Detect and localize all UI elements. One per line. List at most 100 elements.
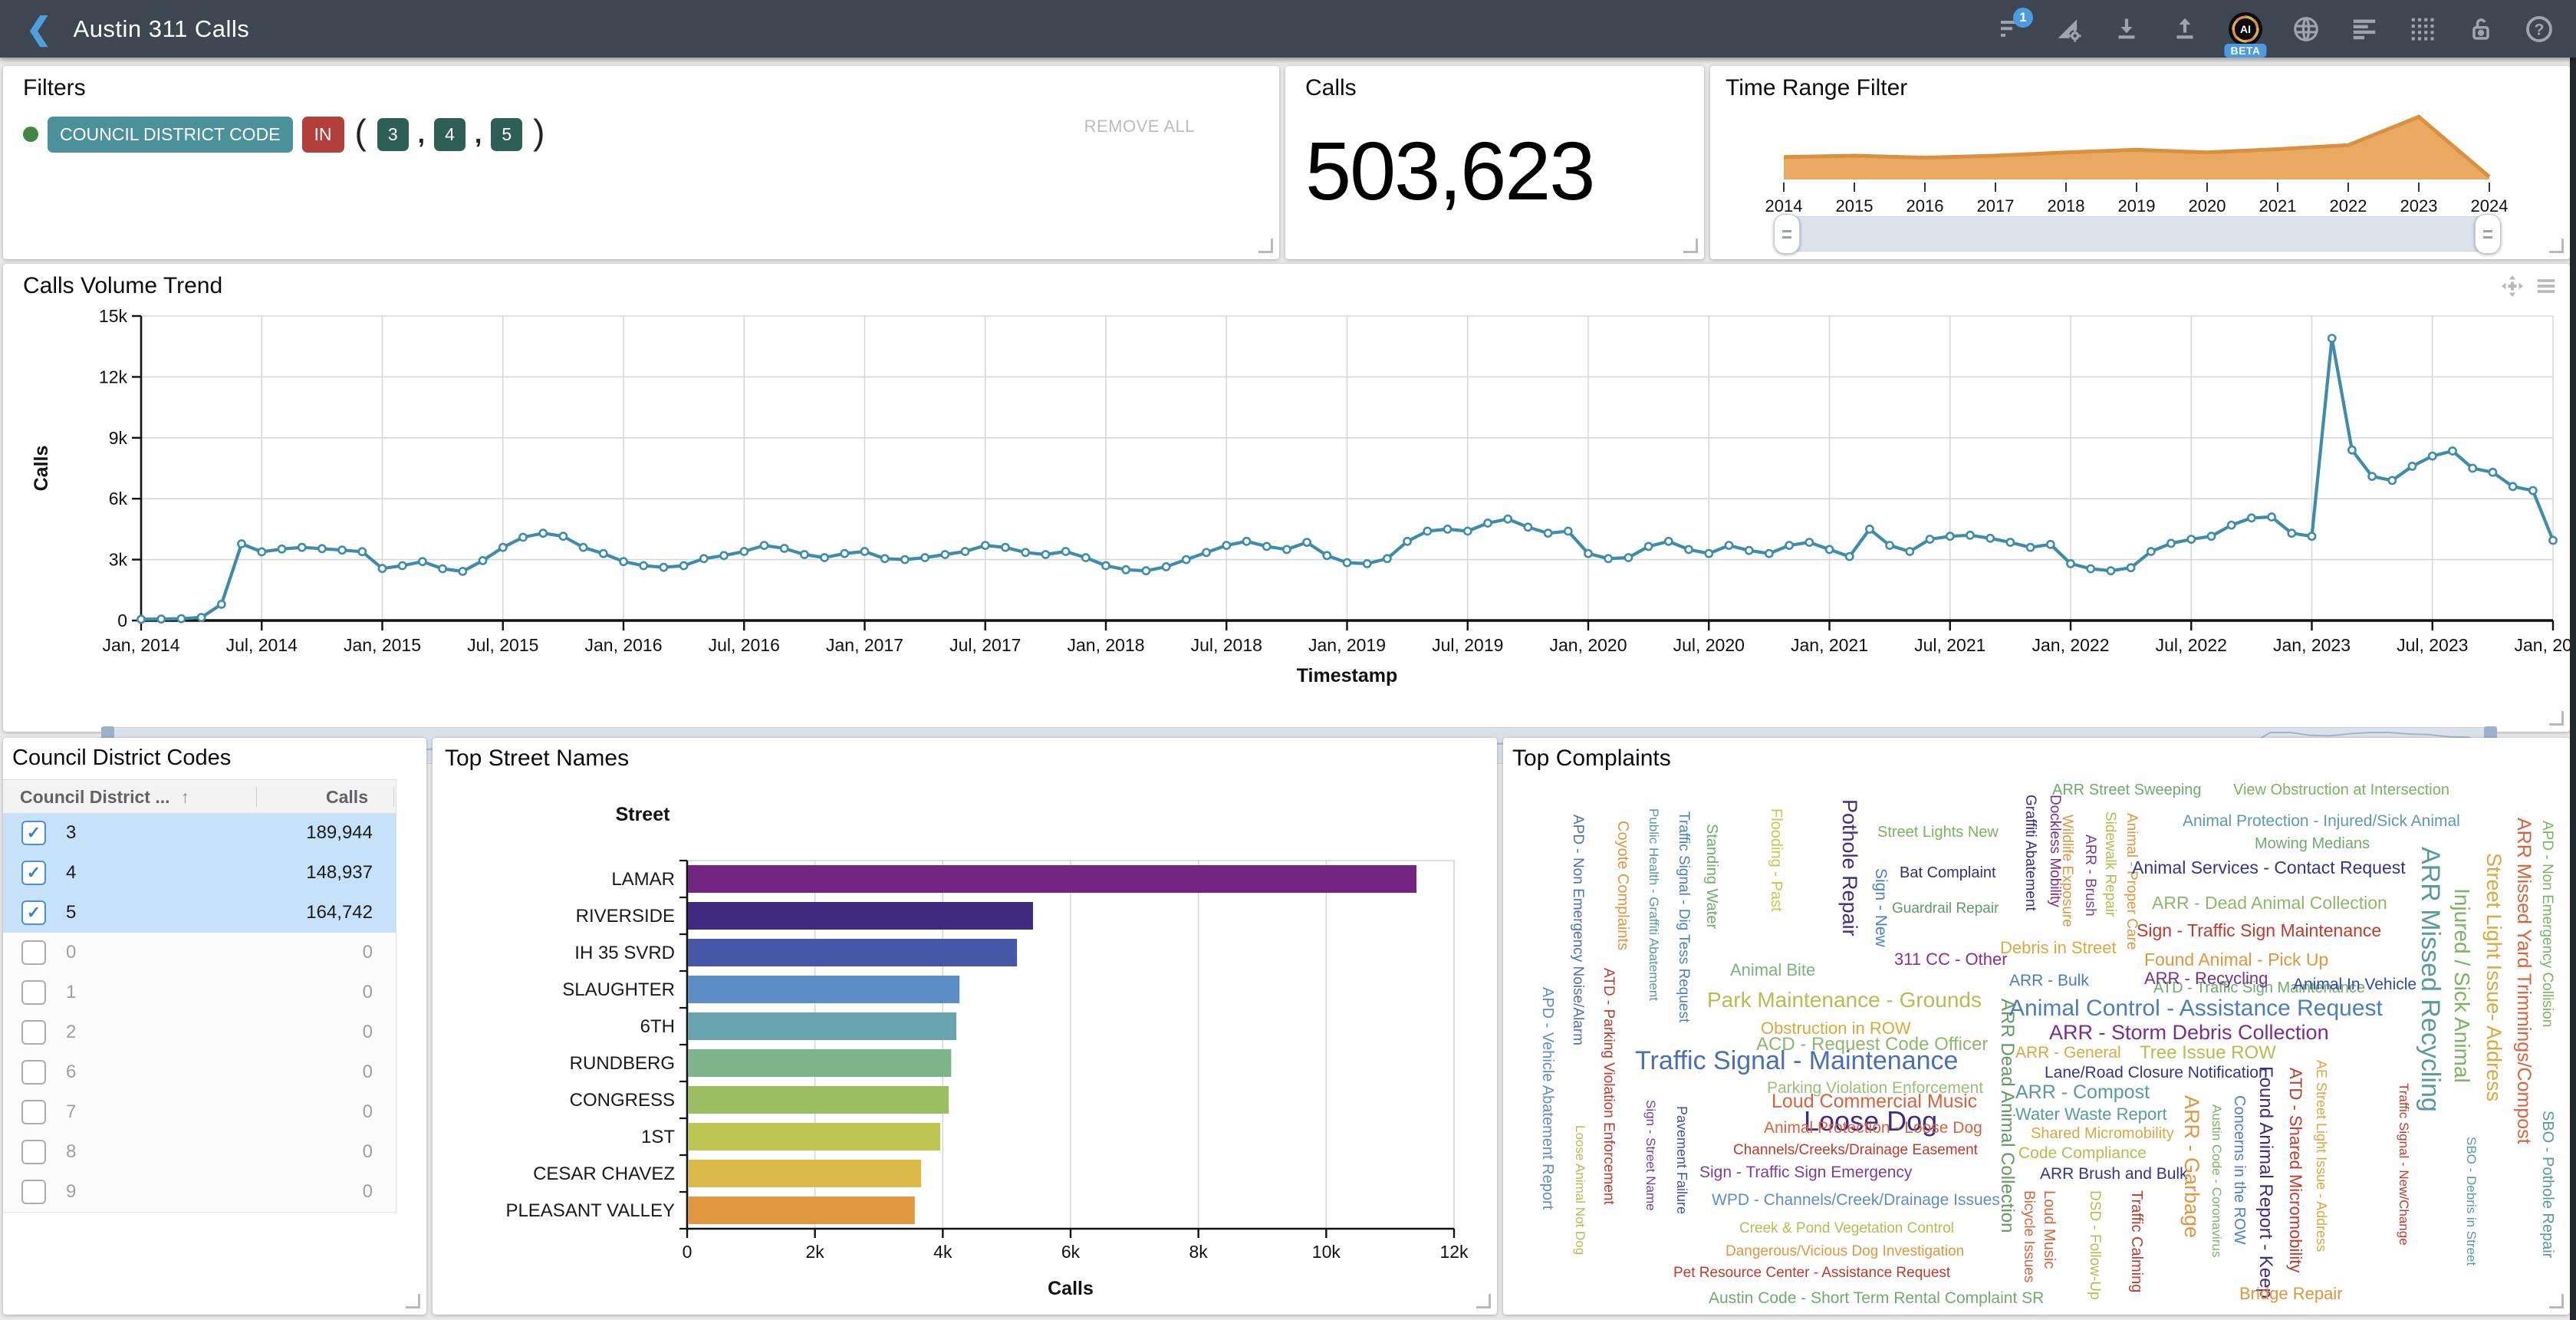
- complaint-word[interactable]: Street Light Issue- Address: [2483, 853, 2504, 1101]
- complaint-word[interactable]: Coyote Complaints: [1615, 821, 1630, 950]
- column-calls[interactable]: Calls: [326, 787, 368, 808]
- complaint-word[interactable]: Loose Animal Not Dog: [1574, 1125, 1587, 1255]
- align-left-icon[interactable]: [2349, 14, 2380, 44]
- lock-icon[interactable]: [2466, 14, 2496, 44]
- complaint-word[interactable]: ATD - Shared Micromobility: [2287, 1068, 2304, 1272]
- complaint-word[interactable]: ARR Missed Yard Trimmings/Compost: [2514, 818, 2533, 1144]
- complaint-word[interactable]: Guardrail Repair: [1892, 901, 1999, 916]
- complaint-word[interactable]: Wildlife Exposure: [2060, 815, 2074, 927]
- complaint-word[interactable]: Bridge Repair: [2239, 1285, 2343, 1302]
- filter-value-chip[interactable]: 4: [434, 118, 466, 151]
- complaint-word[interactable]: WPD - Channels/Creek/Drainage Issues: [1712, 1192, 2000, 1208]
- resize-handle[interactable]: [1258, 239, 1273, 253]
- chart-settings-icon[interactable]: [2053, 14, 2084, 44]
- checkbox-checked[interactable]: ✓: [21, 900, 46, 925]
- resize-handle[interactable]: [1476, 1294, 1491, 1308]
- complaint-word[interactable]: Channels/Creeks/Drainage Easement: [1733, 1143, 1978, 1157]
- complaint-word[interactable]: Animal Control - Assistance Request: [2009, 997, 2383, 1020]
- complaint-word[interactable]: ARR - Garbage: [2181, 1095, 2202, 1238]
- complaint-word[interactable]: ARR - Bulk: [2009, 973, 2089, 989]
- complaint-word[interactable]: Animal Services - Contact Request: [2132, 859, 2406, 877]
- complaint-word[interactable]: Lane/Road Closure Notification: [2045, 1065, 2268, 1081]
- complaint-word[interactable]: AE Street Light Issue - Address: [2314, 1060, 2328, 1252]
- resize-handle[interactable]: [406, 1294, 420, 1308]
- filter-field-chip[interactable]: COUNCIL DISTRICT CODE: [48, 117, 293, 153]
- checkbox-unchecked[interactable]: [21, 1140, 46, 1164]
- complaint-word[interactable]: Public Health - Graffiti Abatement: [1647, 808, 1660, 1001]
- complaint-word[interactable]: APD - Vehicle Abatement Report: [1540, 987, 1555, 1210]
- district-row[interactable]: 90: [3, 1172, 396, 1213]
- complaint-word[interactable]: Traffic Signal - New/Change: [2397, 1083, 2410, 1246]
- complaint-word[interactable]: Found Animal - Pick Up: [2144, 951, 2328, 969]
- complaint-word[interactable]: Bat Complaint: [1900, 865, 1996, 881]
- filter-value-chip[interactable]: 5: [491, 118, 522, 151]
- complaint-word[interactable]: APD - Non Emergency Noise/Alarm: [1571, 815, 1585, 1045]
- complaint-word[interactable]: Graffiti Abatement: [2023, 795, 2038, 911]
- time-range-slider[interactable]: [1784, 216, 2491, 252]
- complaint-word[interactable]: ARR Dead Animal Collection: [1998, 999, 2016, 1233]
- complaint-word[interactable]: Concerns in the ROW: [2232, 1095, 2247, 1245]
- upload-icon[interactable]: [2170, 14, 2200, 44]
- complaint-word[interactable]: Obstruction in ROW: [1761, 1020, 1911, 1037]
- complaint-word[interactable]: Loud Music: [2041, 1190, 2057, 1269]
- complaint-word[interactable]: Bicycle Issues: [2022, 1190, 2036, 1282]
- globe-icon[interactable]: [2291, 14, 2321, 44]
- complaint-word[interactable]: SBO - Debris in Street: [2465, 1137, 2478, 1266]
- checkbox-unchecked[interactable]: [21, 1020, 46, 1045]
- checkbox-unchecked[interactable]: [21, 980, 46, 1005]
- complaint-word[interactable]: Austin Code - Short Term Rental Complain…: [1709, 1290, 2044, 1306]
- filter-icon[interactable]: 1: [1995, 14, 2025, 44]
- complaint-word[interactable]: Animal Protection - Injured/Sick Animal: [2183, 813, 2460, 829]
- complaint-word[interactable]: SBO - Pothole Repair: [2540, 1111, 2555, 1258]
- complaint-word[interactable]: Traffic Signal - Maintenance: [1635, 1048, 1958, 1074]
- district-row[interactable]: ✓4148,937: [3, 853, 396, 894]
- complaint-word[interactable]: ARR - Brush: [2083, 834, 2097, 917]
- district-row[interactable]: 20: [3, 1012, 396, 1053]
- complaint-word[interactable]: Code Compliance: [2018, 1145, 2147, 1161]
- checkbox-unchecked[interactable]: [21, 1100, 46, 1124]
- complaint-word[interactable]: Flooding - Past: [1768, 808, 1784, 912]
- checkbox-unchecked[interactable]: [21, 940, 46, 965]
- complaint-word[interactable]: Animal Protection - Loose Dog: [1764, 1120, 1982, 1136]
- complaint-word[interactable]: Dangerous/Vicious Dog Investigation: [1726, 1244, 1964, 1259]
- complaint-word[interactable]: Traffic Signal - Dig Tess Request: [1676, 811, 1691, 1022]
- district-row[interactable]: ✓3189,944: [3, 813, 396, 854]
- back-button[interactable]: ❮: [26, 14, 52, 44]
- complaint-word[interactable]: APD - Non Emergency Collision: [2540, 821, 2555, 1027]
- district-row[interactable]: 00: [3, 933, 396, 973]
- complaint-word[interactable]: Creek & Pond Vegetation Control: [1739, 1221, 1954, 1236]
- grid-icon[interactable]: [2407, 14, 2438, 44]
- complaint-word[interactable]: View Obstruction at Intersection: [2233, 782, 2449, 798]
- checkbox-unchecked[interactable]: [21, 1180, 46, 1204]
- complaint-word[interactable]: Sign - Traffic Sign Maintenance: [2137, 922, 2381, 940]
- slider-handle-left[interactable]: [1774, 214, 1800, 254]
- complaint-word[interactable]: Park Maintenance - Grounds: [1707, 989, 1982, 1011]
- slider-handle-right[interactable]: [2475, 214, 2501, 254]
- complaint-word[interactable]: Water Waste Report: [2015, 1106, 2167, 1123]
- complaint-word[interactable]: Pavement Failure: [1675, 1106, 1689, 1214]
- complaint-word[interactable]: Debris in Street: [2000, 940, 2117, 956]
- district-row[interactable]: ✓5164,742: [3, 893, 396, 933]
- complaint-word[interactable]: Shared Micromobility: [2031, 1126, 2174, 1141]
- complaint-word[interactable]: Animal In Vehicle: [2293, 976, 2416, 992]
- complaint-word[interactable]: Sidewalk Repair: [2103, 811, 2117, 917]
- complaint-word[interactable]: ARR - Dead Animal Collection: [2152, 894, 2387, 912]
- complaint-word[interactable]: ARR Brush and Bulk: [2040, 1166, 2188, 1182]
- district-row[interactable]: 70: [3, 1092, 396, 1133]
- complaint-word[interactable]: ARR Street Sweeping: [2052, 782, 2202, 798]
- district-row[interactable]: 60: [3, 1052, 396, 1093]
- sort-ascending-icon[interactable]: ↑: [181, 787, 190, 808]
- ai-assistant-icon[interactable]: AIBETA: [2228, 12, 2263, 47]
- complaint-word[interactable]: Street Lights New: [1877, 825, 1999, 840]
- resize-handle[interactable]: [1683, 239, 1698, 253]
- complaint-word[interactable]: Pothole Repair: [1839, 799, 1860, 937]
- download-icon[interactable]: [2111, 14, 2142, 44]
- complaint-word[interactable]: Traffic Calming: [2129, 1190, 2144, 1292]
- resize-handle[interactable]: [2549, 1294, 2564, 1308]
- complaint-word[interactable]: Animal Bite: [1730, 962, 1815, 979]
- help-icon[interactable]: ?: [2524, 14, 2555, 44]
- complaint-word[interactable]: ARR - Recycling: [2144, 970, 2268, 987]
- complaint-word[interactable]: Tree Issue ROW: [2140, 1044, 2276, 1062]
- complaint-word[interactable]: 311 CC - Other: [1894, 951, 2008, 968]
- checkbox-checked[interactable]: ✓: [21, 861, 46, 885]
